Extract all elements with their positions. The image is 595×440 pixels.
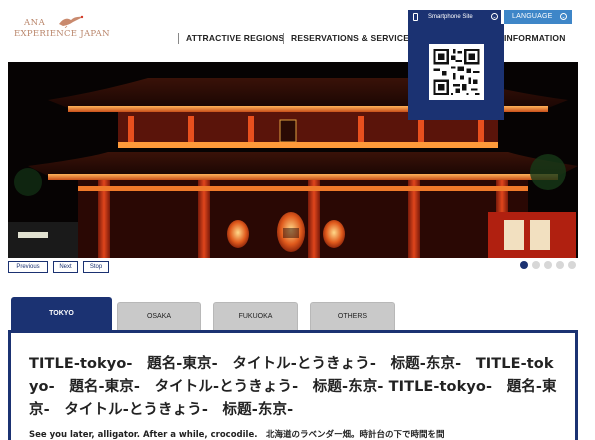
panel-body-text: See you later, alligator. After a while,…	[29, 430, 445, 440]
stop-button[interactable]: Stop	[83, 261, 109, 273]
site-header: ANA EXPERIENCE JAPAN ATTRACTIVE REGIONS …	[0, 0, 595, 56]
next-button[interactable]: Next	[53, 261, 78, 273]
smartphone-site-label: Smartphone Site	[428, 14, 473, 20]
tab-content-panel: TITLE-tokyo- 題名-東京- タイトル-とうきょう- 标题-东京- T…	[8, 330, 578, 440]
smartphone-icon	[413, 13, 418, 21]
previous-button[interactable]: Previous	[8, 261, 48, 273]
slide-dot-3[interactable]	[544, 261, 552, 269]
smartphone-site-button[interactable]: Smartphone Site ⌄	[408, 10, 501, 24]
slide-dot-2[interactable]	[532, 261, 540, 269]
tab-osaka[interactable]: OSAKA	[117, 302, 201, 331]
tab-others[interactable]: OTHERS	[310, 302, 395, 331]
tab-fukuoka[interactable]: FUKUOKA	[213, 302, 298, 331]
nav-information[interactable]: INFORMATION	[496, 33, 566, 44]
slide-dot-5[interactable]	[568, 261, 576, 269]
tab-tokyo[interactable]: TOKYO	[11, 297, 112, 331]
chevron-down-icon: ⌄	[491, 13, 498, 20]
language-label: LANGUAGE	[512, 13, 553, 20]
language-button[interactable]: LANGUAGE ⌄	[504, 10, 572, 24]
slide-dot-4[interactable]	[556, 261, 564, 269]
slide-dot-1[interactable]	[520, 261, 528, 269]
crane-logo-icon	[59, 15, 84, 28]
chevron-down-icon: ⌄	[560, 13, 567, 20]
qr-code-icon	[429, 44, 484, 100]
nav-reservations-services[interactable]: RESERVATIONS & SERVICES	[283, 33, 415, 44]
panel-title: TITLE-tokyo- 題名-東京- タイトル-とうきょう- 标题-东京- T…	[29, 356, 557, 418]
logo-experience-japan-text: EXPERIENCE JAPAN	[14, 29, 110, 39]
logo-ana-text: ANA	[24, 18, 46, 28]
nav-attractive-regions[interactable]: ATTRACTIVE REGIONS	[178, 33, 284, 44]
ana-experience-japan-logo[interactable]: ANA EXPERIENCE JAPAN	[14, 14, 110, 44]
smartphone-qr-dropdown	[408, 24, 504, 120]
